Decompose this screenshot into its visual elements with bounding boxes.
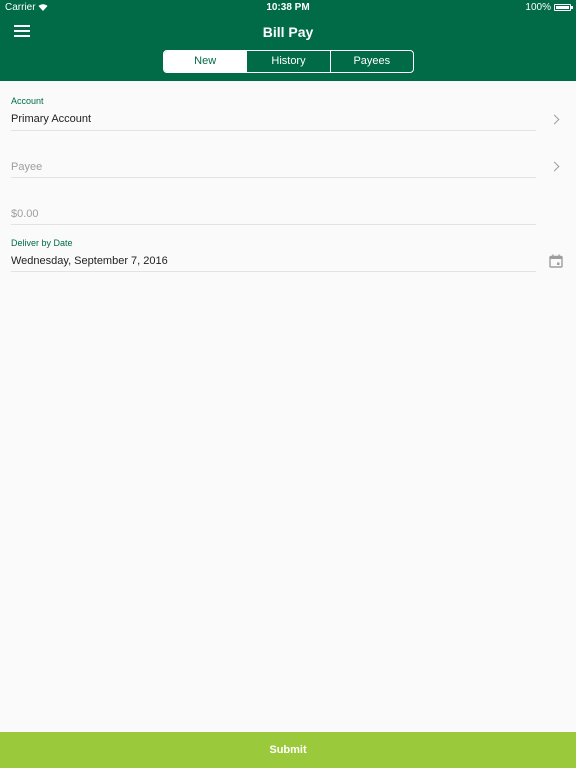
account-chevron-icon <box>549 114 560 125</box>
account-field[interactable]: Account Primary Account <box>11 95 536 131</box>
tab-switcher: New History Payees <box>163 50 414 73</box>
tab-payees[interactable]: Payees <box>329 51 413 72</box>
status-bar: Carrier 10:38 PM 100% <box>0 0 576 16</box>
tab-new[interactable]: New <box>164 51 247 72</box>
page-title: Bill Pay <box>262 24 314 40</box>
amount-field[interactable]: $0.00 <box>11 198 536 225</box>
payee-placeholder: Payee <box>11 161 43 173</box>
payee-chevron-icon <box>549 161 560 172</box>
submit-button[interactable]: Submit <box>0 732 576 768</box>
amount-placeholder: $0.00 <box>11 208 39 220</box>
deliver-date-value: Wednesday, September 7, 2016 <box>11 255 168 267</box>
account-value: Primary Account <box>11 113 92 125</box>
battery-percent: 100% <box>525 2 551 13</box>
calendar-icon[interactable] <box>549 254 563 268</box>
payee-field[interactable]: Payee <box>11 151 536 178</box>
account-label: Account <box>11 96 44 106</box>
clock: 10:38 PM <box>266 2 310 13</box>
deliver-date-field[interactable]: Deliver by Date Wednesday, September 7, … <box>11 237 536 272</box>
deliver-date-label: Deliver by Date <box>11 238 73 248</box>
app-header: Carrier 10:38 PM 100% Bill Pay New Histo… <box>0 0 576 81</box>
battery-icon <box>554 4 573 11</box>
tab-history[interactable]: History <box>246 51 329 72</box>
